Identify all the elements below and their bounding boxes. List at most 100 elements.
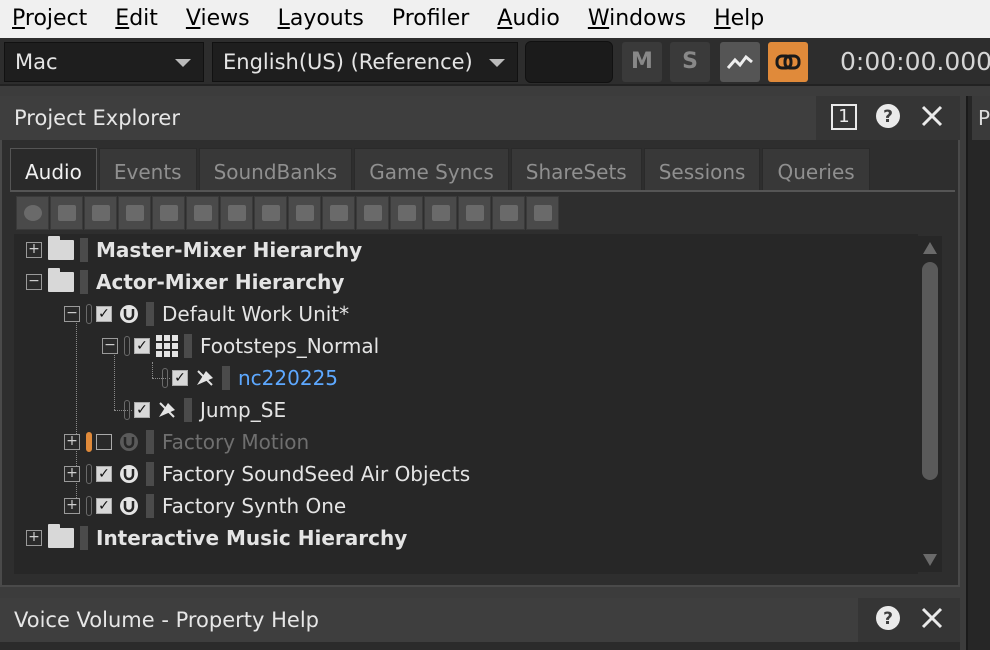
folder-icon [48, 236, 74, 260]
property-help-help-button[interactable]: ? [873, 604, 903, 634]
segment-icon [499, 205, 518, 221]
help-button[interactable]: ? [873, 102, 903, 132]
menu-windows[interactable]: Windows [574, 0, 700, 38]
tab-sharesets[interactable]: ShareSets [510, 148, 642, 190]
expand-icon[interactable]: + [64, 466, 80, 482]
language-dropdown[interactable]: English(US) (Reference) [212, 42, 518, 82]
sequence-container-tool-button[interactable] [186, 196, 219, 230]
menu-project[interactable]: Project [0, 0, 101, 38]
svg-text:?: ? [883, 609, 893, 629]
tab-soundbanks[interactable]: SoundBanks [198, 148, 353, 190]
tab-sessions[interactable]: Sessions [643, 148, 761, 190]
language-value: English(US) (Reference) [223, 50, 473, 74]
include-checkbox[interactable]: ✓ [96, 466, 112, 482]
right-docked-panel: P [966, 96, 990, 650]
right-panel-tab[interactable]: P [972, 96, 990, 140]
tree-label: Jump_SE [200, 398, 287, 422]
menu-help[interactable]: Help [700, 0, 778, 38]
folder-icon [57, 205, 76, 221]
actor-mixer-tool-button[interactable] [118, 196, 151, 230]
expand-icon[interactable]: + [64, 498, 80, 514]
audio-bus-tool-button[interactable] [356, 196, 389, 230]
tab-events[interactable]: Events [98, 148, 197, 190]
scroll-thumb[interactable] [922, 262, 938, 480]
help-icon: ? [876, 104, 900, 128]
menu-profiler[interactable]: Profiler [378, 0, 483, 38]
hierarchy-tree: + Master-Mixer Hierarchy − Actor-Mixer H… [14, 234, 918, 574]
tree-row-actor-mixer[interactable]: − Actor-Mixer Hierarchy [26, 266, 344, 298]
work-unit-tool-button[interactable] [16, 196, 49, 230]
property-help-close-button[interactable] [917, 604, 947, 634]
color-bar [146, 430, 154, 454]
music-track-tool-button[interactable] [526, 196, 559, 230]
include-checkbox[interactable]: ✓ [96, 498, 112, 514]
color-bar [80, 270, 88, 294]
color-bar [184, 398, 192, 422]
color-bar [146, 302, 154, 326]
include-checkbox[interactable]: ✓ [134, 402, 150, 418]
platform-value: Mac [15, 50, 58, 74]
sound-voice-tool-button[interactable] [322, 196, 355, 230]
music-segment-tool-button[interactable] [492, 196, 525, 230]
menu-audio[interactable]: Audio [483, 0, 574, 38]
random-container-icon [156, 335, 178, 357]
link-button[interactable] [768, 42, 808, 82]
tab-queries[interactable]: Queries [762, 148, 870, 190]
expand-icon[interactable]: + [26, 242, 42, 258]
tree-label: Actor-Mixer Hierarchy [96, 270, 345, 294]
music-switch-tool-button[interactable] [424, 196, 457, 230]
folder-icon [48, 524, 74, 548]
include-checkbox[interactable]: ✓ [172, 370, 188, 386]
new-folder-tool-button[interactable] [50, 196, 83, 230]
include-checkbox[interactable]: ✓ [134, 338, 150, 354]
meter-box [525, 41, 613, 83]
work-unit-icon [118, 303, 140, 325]
platform-dropdown[interactable]: Mac [4, 42, 204, 82]
new-physical-folder-tool-button[interactable] [84, 196, 117, 230]
mute-button[interactable]: M [622, 42, 662, 82]
close-button[interactable] [917, 102, 947, 132]
include-checkbox[interactable] [96, 434, 112, 450]
tree-row-factory-soundseed-air[interactable]: + ✓ Factory SoundSeed Air Objects [64, 458, 470, 490]
tab-underline [10, 190, 955, 192]
collapse-icon[interactable]: − [102, 338, 118, 354]
switch-container-tool-button[interactable] [220, 196, 253, 230]
tree-label: Footsteps_Normal [200, 334, 380, 358]
music-playlist-tool-button[interactable] [458, 196, 491, 230]
tree-row-jump-se[interactable]: ✓ Jump_SE [124, 394, 286, 426]
include-checkbox[interactable]: ✓ [96, 306, 112, 322]
blend-container-tool-button[interactable] [254, 196, 287, 230]
expand-icon[interactable]: + [64, 434, 80, 450]
tab-game-syncs[interactable]: Game Syncs [354, 148, 509, 190]
menu-edit[interactable]: Edit [101, 0, 172, 38]
collapse-icon[interactable]: − [26, 274, 42, 290]
tree-row-footsteps-normal[interactable]: − ✓ Footsteps_Normal [102, 330, 379, 362]
window-number-button[interactable]: 1 [829, 102, 859, 132]
random-container-tool-button[interactable] [152, 196, 185, 230]
tree-row-master-mixer[interactable]: + Master-Mixer Hierarchy [26, 234, 362, 266]
tree-label: Factory SoundSeed Air Objects [162, 462, 471, 486]
motion-fx-tool-button[interactable] [390, 196, 423, 230]
profiler-graph-button[interactable] [720, 42, 760, 82]
tab-audio[interactable]: Audio [10, 148, 97, 190]
solo-button[interactable]: S [670, 42, 710, 82]
collapse-icon[interactable]: − [64, 306, 80, 322]
tree-row-factory-motion[interactable]: + Factory Motion [64, 426, 309, 458]
menu-views[interactable]: Views [172, 0, 264, 38]
tree-row-nc220225[interactable]: ✓ nc220225 [162, 362, 338, 394]
track-icon [533, 205, 552, 221]
scroll-up-icon[interactable] [923, 242, 937, 254]
menu-layouts[interactable]: Layouts [264, 0, 378, 38]
expand-icon[interactable]: + [26, 530, 42, 546]
explorer-toolbar [16, 196, 559, 230]
tree-row-default-work-unit[interactable]: − ✓ Default Work Unit* [64, 298, 349, 330]
sound-sfx-tool-button[interactable] [288, 196, 321, 230]
tree-row-interactive-music[interactable]: + Interactive Music Hierarchy [26, 522, 407, 554]
scroll-down-icon[interactable] [923, 554, 937, 566]
pin-icon [162, 368, 168, 388]
tree-scrollbar[interactable] [918, 236, 942, 572]
list-icon [193, 205, 212, 221]
tree-row-factory-synth-one[interactable]: + ✓ Factory Synth One [64, 490, 346, 522]
tree-label: Interactive Music Hierarchy [96, 526, 408, 550]
work-unit-icon [118, 431, 140, 453]
